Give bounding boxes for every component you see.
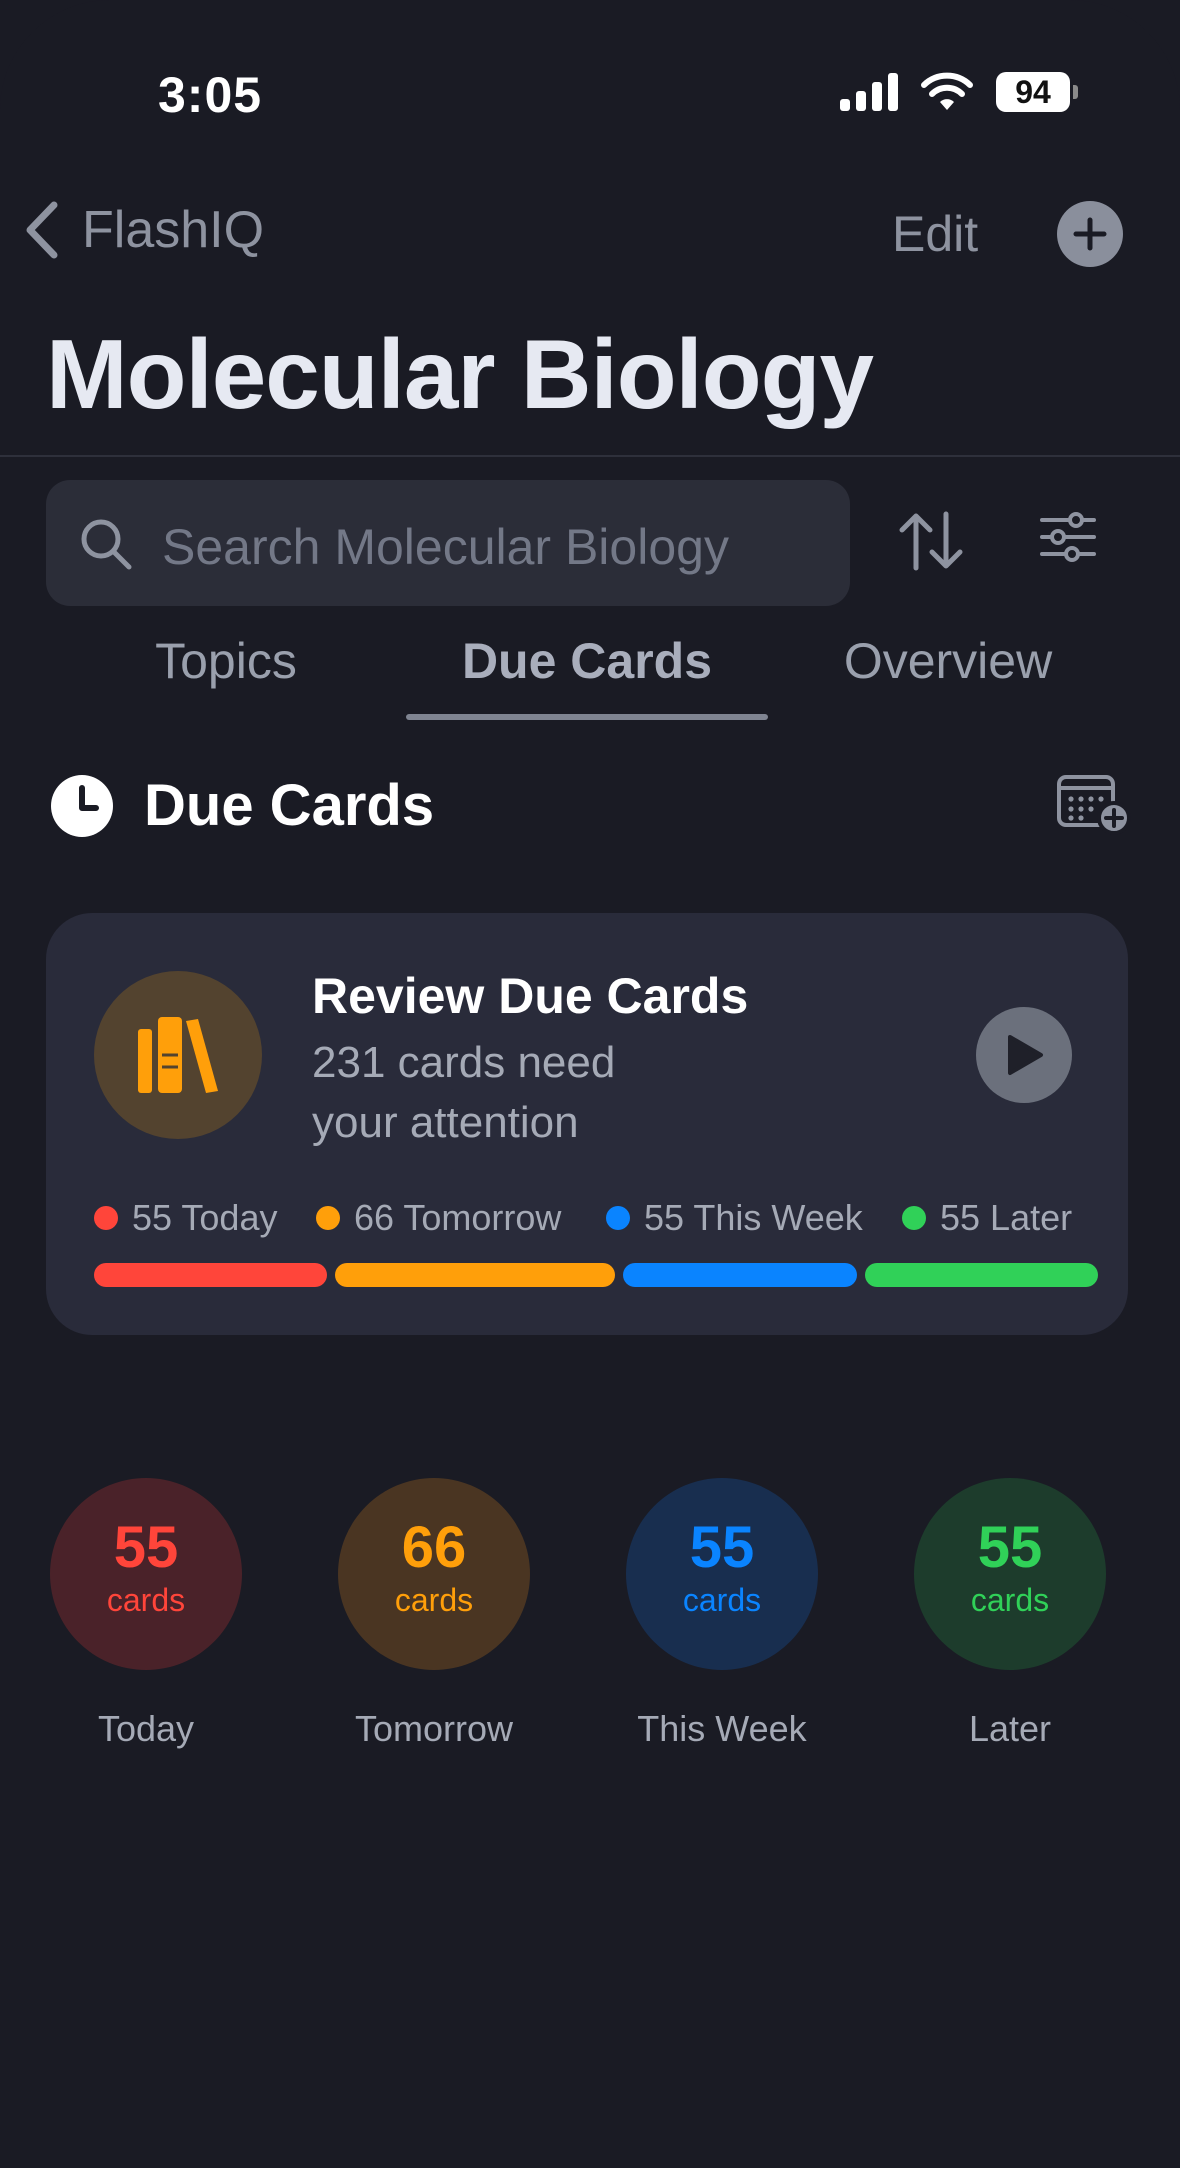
stat-later[interactable]: 55 cards Later [914, 1478, 1106, 1749]
filter-button[interactable] [1040, 512, 1096, 567]
stat-count-this-week: 55 [689, 1515, 755, 1580]
legend-dot-tomorrow [316, 1206, 340, 1230]
legend-label-this-week: 55 This Week [644, 1197, 863, 1238]
header-divider [0, 455, 1180, 457]
stat-unit-today: cards [106, 1582, 186, 1618]
stat-unit-later: cards [970, 1582, 1050, 1618]
review-card-subtitle: 231 cards need your attention [312, 1038, 616, 1147]
back-button[interactable]: FlashIQ [22, 200, 264, 260]
status-bar: 3:05 94 [0, 0, 1180, 190]
add-button[interactable] [1057, 201, 1123, 267]
clock-icon [51, 775, 113, 837]
stat-today[interactable]: 55 cards Today [50, 1478, 242, 1749]
progress-segment-this-week [623, 1263, 857, 1287]
legend-label-tomorrow: 66 Tomorrow [354, 1197, 562, 1238]
stat-label-today: Today [97, 1708, 195, 1749]
tab-topics[interactable]: Topics [110, 632, 342, 690]
stat-circle-today: 55 cards [50, 1478, 242, 1670]
stat-label-tomorrow: Tomorrow [354, 1708, 514, 1749]
legend-label-today: 55 Today [132, 1197, 278, 1238]
stat-label-later: Later [968, 1708, 1052, 1749]
stat-unit-this-week: cards [682, 1582, 762, 1618]
legend-dot-later [902, 1206, 926, 1230]
status-icons: 94 [840, 72, 1078, 112]
stat-circle-later: 55 cards [914, 1478, 1106, 1670]
progress-segment-later [864, 1263, 1098, 1287]
stat-count-tomorrow: 66 [401, 1515, 467, 1580]
stat-label-this-week: This Week [637, 1708, 807, 1749]
active-tab-indicator [406, 714, 768, 720]
sort-arrows-icon [899, 511, 963, 571]
legend-label-later: 55 Later [940, 1197, 1073, 1238]
progress-segment-tomorrow [335, 1263, 616, 1287]
search-placeholder: Search Molecular Biology [162, 519, 729, 575]
review-due-cards-card[interactable]: Review Due Cards 231 cards need your att… [46, 913, 1128, 1335]
edit-button[interactable]: Edit [892, 205, 978, 263]
calendar-add-icon [1057, 775, 1131, 835]
schedule-button[interactable] [1056, 772, 1132, 841]
tab-overview[interactable]: Overview [812, 632, 1084, 690]
status-time: 3:05 [158, 67, 263, 123]
stat-circle-this-week: 55 cards [626, 1478, 818, 1670]
phone-screen: 3:05 94 FlashIQ Edit Molecular Biology S… [0, 0, 1180, 2168]
due-progress-bar [94, 1263, 1098, 1287]
cellular-signal-icon [840, 73, 898, 111]
page-title: Molecular Biology [46, 319, 874, 429]
battery-indicator: 94 [996, 72, 1078, 112]
wifi-icon [921, 72, 973, 110]
legend-item-tomorrow: 66 Tomorrow [316, 1197, 561, 1239]
search-icon [81, 519, 132, 570]
legend-dot-this-week [606, 1206, 630, 1230]
stat-unit-tomorrow: cards [394, 1582, 474, 1618]
progress-segment-today [94, 1263, 328, 1287]
legend-item-today: 55 Today [94, 1197, 277, 1239]
stat-this-week[interactable]: 55 cards This Week [626, 1478, 818, 1749]
review-card-avatar [94, 971, 262, 1139]
play-button[interactable] [976, 1007, 1072, 1103]
stat-circle-tomorrow: 66 cards [338, 1478, 530, 1670]
section-title: Due Cards [144, 773, 435, 838]
legend-item-later: 55 Later [902, 1197, 1072, 1239]
back-label: FlashIQ [82, 201, 265, 259]
search-field[interactable]: Search Molecular Biology [46, 480, 850, 606]
battery-level: 94 [1015, 74, 1051, 110]
books-icon [138, 1017, 218, 1093]
play-icon [1008, 1035, 1043, 1075]
stat-count-today: 55 [113, 1515, 179, 1580]
legend-item-this-week: 55 This Week [606, 1197, 863, 1239]
tab-due-cards[interactable]: Due Cards [406, 632, 768, 690]
review-card-title: Review Due Cards [312, 968, 749, 1024]
plus-icon [1073, 217, 1107, 251]
chevron-left-icon [26, 201, 58, 259]
stat-count-later: 55 [977, 1515, 1043, 1580]
legend-dot-today [94, 1206, 118, 1230]
stat-tomorrow[interactable]: 66 cards Tomorrow [338, 1478, 530, 1749]
sliders-icon [1040, 512, 1096, 562]
sort-button[interactable] [898, 510, 964, 577]
